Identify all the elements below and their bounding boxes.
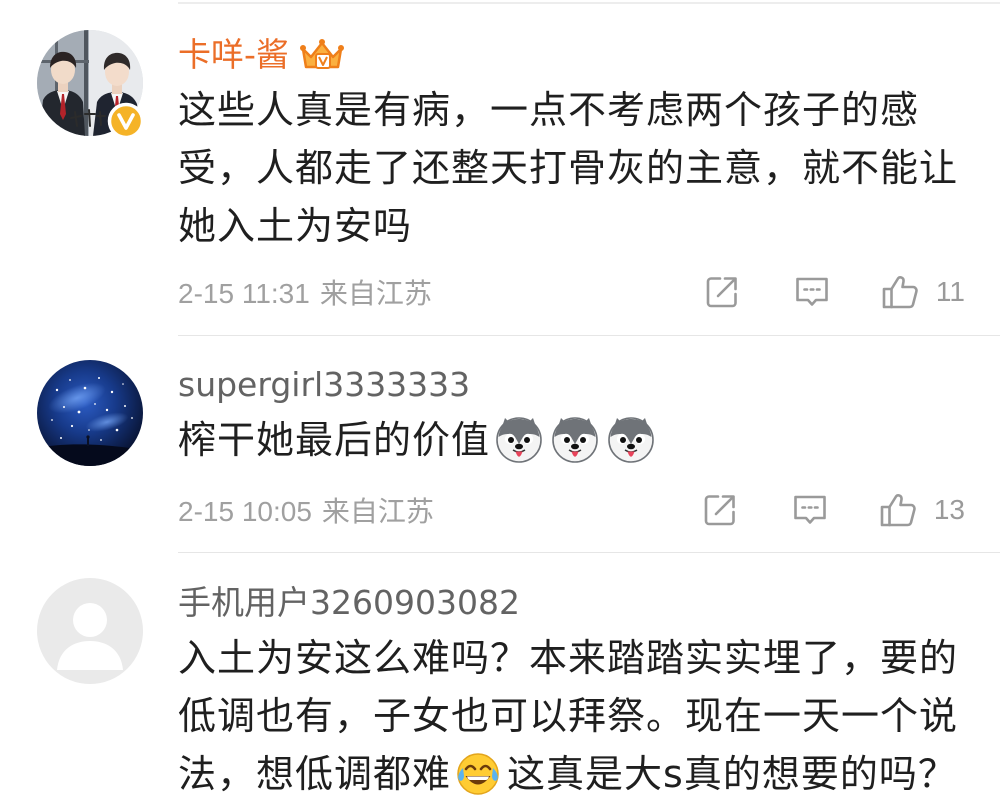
comment-icon <box>796 277 828 306</box>
comment-item: supergirl3333333 榨干她最后的价值 2-15 10:05 来自江… <box>0 336 1000 553</box>
like-icon <box>880 494 916 527</box>
husky-emoji <box>608 417 654 463</box>
share-button[interactable] <box>702 492 738 528</box>
like-count: 13 <box>933 494 965 525</box>
comment-actions: 11 <box>704 274 965 310</box>
comment-body: supergirl3333333 榨干她最后的价值 2-15 10:05 来自江… <box>178 365 1000 532</box>
reply-button[interactable] <box>794 274 830 310</box>
avatar[interactable] <box>37 30 145 140</box>
comment-text-line: 榨干她最后的价值 <box>178 411 1000 469</box>
comment-text-segment: 这真是大s真的想要的吗？ <box>507 752 957 796</box>
comment-text: 榨干她最后的价值 <box>178 411 1000 469</box>
avatar[interactable] <box>37 578 143 684</box>
comment-meta: 2-15 10:05 来自江苏 <box>178 490 434 530</box>
vip-crown-icon[interactable] <box>299 37 345 73</box>
comment-body: 手机用户3260903082 入土为安这么难吗？本来踏踏实实埋了，要的 低调也有… <box>178 583 1000 803</box>
comment-text-line: 低调也有，子女也可以拜祭。现在一天一个说 <box>178 694 959 738</box>
username-row: 手机用户3260903082 <box>178 583 1000 623</box>
username-row: supergirl3333333 <box>178 365 1000 405</box>
avatar-starry-sky <box>37 360 143 466</box>
comment-text-segment: 法，想低调都难 <box>178 752 452 796</box>
comment-text-line: 她入土为安吗 <box>178 204 413 248</box>
comment-meta: 2-15 11:31 来自江苏 <box>178 272 432 312</box>
share-button[interactable] <box>704 274 740 310</box>
comment-time: 2-15 10:05 <box>178 496 312 527</box>
comment-time: 2-15 11:31 <box>178 278 310 309</box>
avatar[interactable] <box>37 360 143 466</box>
default-avatar <box>37 578 143 684</box>
username[interactable]: 手机用户3260903082 <box>178 583 520 623</box>
comment-text-line: 受，人都走了还整天打骨灰的主意，就不能让 <box>178 146 959 190</box>
comment-text-line: 法，想低调都难 这真是大s真的想要的吗？ <box>178 745 1000 803</box>
husky-emoji <box>552 417 598 463</box>
like-button[interactable]: 13 <box>879 492 965 528</box>
reply-button[interactable] <box>792 492 828 528</box>
comment-meta-row: 2-15 11:31 来自江苏 11 <box>178 270 1000 314</box>
comment-actions: 13 <box>702 492 965 528</box>
share-icon <box>704 495 735 526</box>
comment-text-line: 这些人真是有病，一点不考虑两个孩子的感 <box>178 88 920 132</box>
verified-badge-icon <box>107 102 145 140</box>
comment-list: 卡咩-酱 这些人真是有病，一点不考虑两个孩子的感 受，人都走了还整天打骨灰的主意… <box>0 0 1000 811</box>
like-icon <box>882 276 918 309</box>
husky-emoji <box>496 417 542 463</box>
laugh-cry-emoji <box>457 753 499 795</box>
username[interactable]: 卡咩-酱 <box>178 35 289 75</box>
comment-text: 这些人真是有病，一点不考虑两个孩子的感 受，人都走了还整天打骨灰的主意，就不能让… <box>178 81 1000 255</box>
comment-body: 卡咩-酱 这些人真是有病，一点不考虑两个孩子的感 受，人都走了还整天打骨灰的主意… <box>178 35 1000 314</box>
username[interactable]: supergirl3333333 <box>178 365 470 405</box>
comment-text: 入土为安这么难吗？本来踏踏实实埋了，要的 低调也有，子女也可以拜祭。现在一天一个… <box>178 629 1000 803</box>
comment-source: 来自江苏 <box>319 278 432 309</box>
comment-item: 卡咩-酱 这些人真是有病，一点不考虑两个孩子的感 受，人都走了还整天打骨灰的主意… <box>0 0 1000 336</box>
comment-text-line: 入土为安这么难吗？本来踏踏实实埋了，要的 <box>178 636 959 680</box>
comment-icon <box>794 495 826 524</box>
comment-item: 手机用户3260903082 入土为安这么难吗？本来踏踏实实埋了，要的 低调也有… <box>0 553 1000 811</box>
comment-source: 来自江苏 <box>321 496 434 527</box>
comment-meta-row: 2-15 10:05 来自江苏 13 <box>178 488 1000 532</box>
like-button[interactable]: 11 <box>881 274 965 310</box>
username-row: 卡咩-酱 <box>178 35 1000 75</box>
share-icon <box>706 277 737 308</box>
comment-text-segment: 榨干她最后的价值 <box>178 418 491 462</box>
like-count: 11 <box>935 276 965 307</box>
